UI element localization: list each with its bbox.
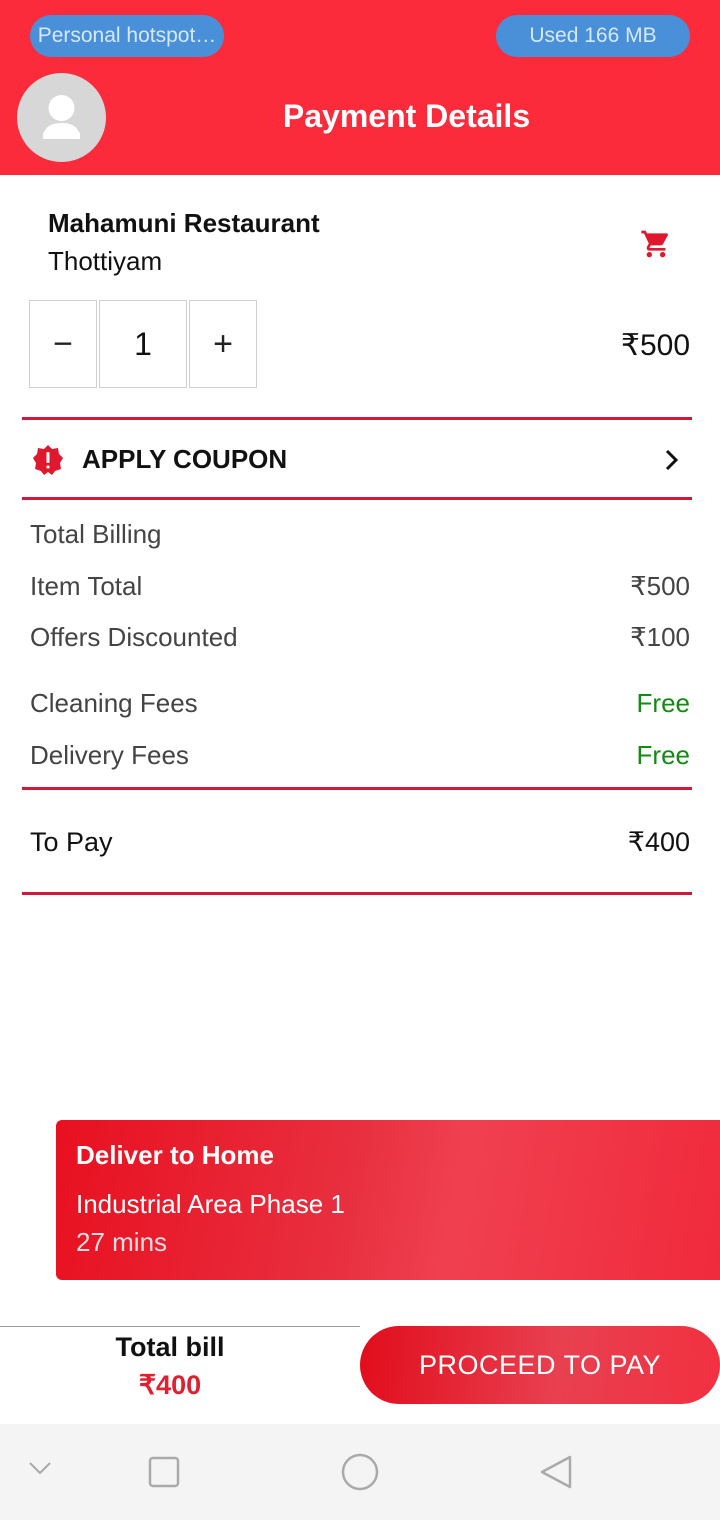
apply-coupon-button[interactable]: APPLY COUPON [82, 444, 287, 475]
total-bill-label: Total bill [115, 1332, 225, 1362]
delivery-card[interactable]: Deliver to Home Industrial Area Phase 1 … [56, 1120, 720, 1280]
chevron-down-icon[interactable] [28, 1460, 52, 1481]
delivery-fees-label: Delivery Fees [30, 740, 189, 770]
increment-button[interactable]: + [189, 300, 257, 388]
decrement-button[interactable]: − [29, 300, 97, 388]
user-avatar-icon[interactable] [17, 73, 106, 162]
delivery-eta: 27 mins [76, 1227, 168, 1257]
hotspot-label: Personal hotspot… [37, 24, 217, 47]
divider [22, 417, 692, 420]
circle-icon[interactable] [340, 1452, 380, 1497]
delivery-title: Deliver to Home [76, 1140, 274, 1170]
quantity-stepper: − 1 + [29, 300, 257, 388]
chevron-right-icon[interactable] [662, 448, 682, 472]
restaurant-location: Thottiyam [48, 246, 163, 276]
offers-discounted-value: ₹100 [630, 622, 690, 652]
delivery-fees-value: Free [636, 740, 690, 770]
restaurant-name: Mahamuni Restaurant [48, 208, 320, 238]
delivery-address: Industrial Area Phase 1 [76, 1189, 345, 1219]
app-header: Personal hotspot… Used 166 MB Payment De… [0, 0, 720, 175]
system-nav-bar [0, 1424, 720, 1520]
quantity-value: 1 [99, 300, 187, 388]
cart-icon[interactable] [640, 228, 672, 260]
offers-discounted-label: Offers Discounted [30, 622, 238, 652]
to-pay-value: ₹400 [627, 827, 690, 857]
to-pay-label: To Pay [30, 827, 113, 857]
divider [22, 892, 692, 895]
hotspot-pill[interactable]: Personal hotspot… [30, 15, 224, 57]
proceed-to-pay-button[interactable]: PROCEED TO PAY [360, 1326, 720, 1404]
divider [22, 497, 692, 500]
footer-divider [0, 1326, 360, 1327]
total-bill-value: ₹400 [138, 1370, 202, 1400]
billing-heading: Total Billing [30, 519, 162, 549]
data-usage-pill[interactable]: Used 166 MB [496, 15, 690, 57]
item-total-value: ₹500 [630, 571, 690, 601]
item-total-label: Item Total [30, 571, 143, 601]
page-title: Payment Details [282, 98, 531, 134]
divider [22, 787, 692, 790]
back-triangle-icon[interactable] [538, 1454, 574, 1495]
cleaning-fees-value: Free [636, 688, 690, 718]
square-icon[interactable] [148, 1456, 180, 1493]
data-usage-label: Used 166 MB [529, 24, 657, 47]
cleaning-fees-label: Cleaning Fees [30, 688, 198, 718]
discount-badge-icon [32, 444, 64, 476]
item-price: ₹500 [620, 329, 690, 362]
